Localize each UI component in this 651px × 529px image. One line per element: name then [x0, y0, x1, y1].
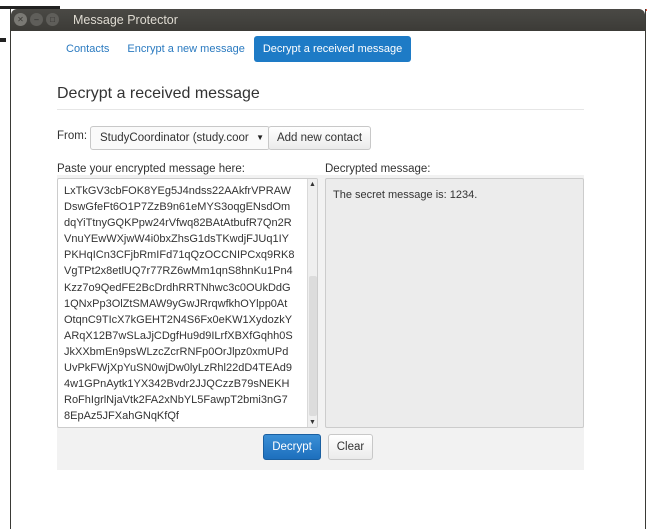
decrypt-button[interactable]: Decrypt	[263, 434, 321, 460]
encrypted-message-text[interactable]: LxTkGV3cbFOK8YEg5J4ndss22AAkfrVPRAW DswG…	[64, 183, 302, 424]
decrypted-message-output: The secret message is: 1234.	[325, 178, 584, 428]
window-controls: ✕ – □	[14, 13, 59, 26]
nav-tabs: Contacts Encrypt a new message Decrypt a…	[57, 36, 412, 62]
add-contact-button[interactable]: Add new contact	[268, 126, 371, 150]
window-title: Message Protector	[73, 13, 178, 27]
contact-select[interactable]: StudyCoordinator (study.coor ▼	[90, 126, 270, 150]
scroll-up-icon[interactable]: ▲	[308, 179, 317, 189]
decrypted-message-label: Decrypted message:	[325, 163, 431, 175]
scroll-thumb[interactable]	[309, 276, 317, 416]
tab-contacts[interactable]: Contacts	[57, 36, 118, 62]
encrypted-message-input[interactable]: LxTkGV3cbFOK8YEg5J4ndss22AAkfrVPRAW DswG…	[57, 178, 318, 428]
chevron-down-icon: ▼	[256, 133, 264, 142]
encrypted-message-label: Paste your encrypted message here:	[57, 163, 245, 175]
title-bar[interactable]: ✕ – □ Message Protector	[11, 9, 645, 31]
scroll-down-icon[interactable]: ▼	[308, 417, 317, 427]
minimize-icon[interactable]: –	[30, 13, 43, 26]
contact-select-value: StudyCoordinator (study.coor	[100, 132, 249, 144]
clear-button[interactable]: Clear	[328, 434, 373, 460]
background-artifact	[0, 38, 6, 42]
tab-decrypt[interactable]: Decrypt a received message	[253, 36, 412, 62]
maximize-icon[interactable]: □	[46, 13, 59, 26]
from-label: From:	[57, 130, 88, 142]
decrypted-message-text: The secret message is: 1234.	[333, 189, 478, 201]
tab-encrypt[interactable]: Encrypt a new message	[118, 36, 253, 62]
encrypted-scrollbar[interactable]: ▲ ▼	[307, 179, 317, 427]
page-title: Decrypt a received message	[57, 85, 260, 102]
close-icon[interactable]: ✕	[14, 13, 27, 26]
heading-divider	[57, 109, 584, 110]
